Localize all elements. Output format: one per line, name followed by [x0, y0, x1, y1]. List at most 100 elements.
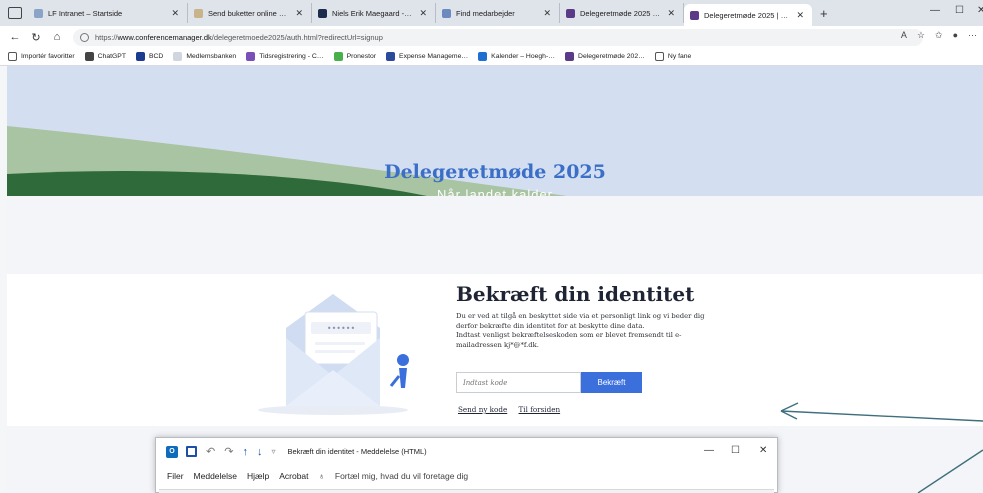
bookmarks-bar: Importér favoritter ChatGPT BCD Medlemsb…	[0, 48, 983, 66]
tab-find-medarbejder[interactable]: Find medarbejder ✕	[436, 3, 560, 23]
site-info-icon[interactable]	[80, 32, 89, 42]
bookmark-label: Medlemsbanken	[186, 53, 237, 60]
bookmark-tidsregistrering[interactable]: Tidsregistrering - C…	[246, 52, 324, 61]
home-link[interactable]: Til forsiden	[519, 405, 561, 414]
tab-delegeretmode-auth[interactable]: Delegeretmøde 2025 | auth ✕	[684, 4, 812, 26]
menu-hjaelp[interactable]: Hjælp	[247, 471, 269, 481]
browser-tab-bar: LF Intranet – Startside ✕ Send buketter …	[0, 0, 983, 26]
description-line: derfor bekræfte din identitet for at bes…	[456, 321, 645, 330]
close-tab-icon[interactable]: ✕	[419, 8, 427, 19]
tab-delegeretmode-arrangement[interactable]: Delegeretmøde 2025 | Arrangem… ✕	[560, 3, 684, 23]
refresh-icon[interactable]: ↻	[30, 31, 42, 44]
description-line: mailadressen kj*@*f.dk.	[456, 340, 539, 349]
close-tab-icon[interactable]: ✕	[295, 8, 303, 19]
back-icon[interactable]: ←	[9, 31, 21, 43]
auth-links: Send ny kode Til forsiden	[458, 405, 569, 414]
message-minimize-icon[interactable]: —	[704, 445, 714, 456]
favicon	[194, 8, 203, 18]
home-icon[interactable]: ⌂	[51, 31, 63, 43]
bookmark-pronestor[interactable]: Pronestor	[333, 52, 377, 61]
message-close-icon[interactable]: ✕	[759, 445, 767, 456]
toolbar-right: A ☆ ✩ ● ···	[901, 30, 977, 41]
resend-code-link[interactable]: Send ny kode	[458, 405, 507, 414]
tab-medlemssite[interactable]: Niels Erik Maegaard - Medlemssi… ✕	[312, 3, 436, 23]
bookmark-delegeretmode[interactable]: Delegeretmøde 202…	[565, 52, 645, 61]
browser-toolbar: ← ↻ ⌂ https://www.conferencemanager.dk/d…	[0, 26, 983, 48]
new-tab-button[interactable]: +	[820, 6, 828, 21]
customize-toolbar-icon[interactable]: ▿	[271, 447, 275, 456]
profile-icon[interactable]: ●	[953, 30, 958, 41]
more-icon[interactable]: ···	[968, 30, 977, 41]
bookmark-label: BCD	[148, 53, 164, 60]
description-line: Du er ved at tilgå en beskyttet side via…	[456, 312, 705, 320]
tab-title: Delegeretmøde 2025 | Arrangem…	[580, 8, 662, 18]
menu-meddelelse[interactable]: Meddelelse	[194, 471, 237, 481]
close-tab-icon[interactable]: ✕	[543, 8, 551, 19]
bookmark-import[interactable]: Importér favoritter	[8, 52, 75, 61]
favicon	[318, 8, 327, 18]
message-body-edge	[159, 489, 774, 493]
read-aloud-icon[interactable]: A	[901, 30, 907, 41]
down-arrow-icon[interactable]: ↓	[257, 446, 263, 458]
bookmark-label: Tidsregistrering - C…	[259, 53, 324, 60]
tab-lf-intranet[interactable]: LF Intranet – Startside ✕	[28, 3, 188, 23]
bookmark-expense[interactable]: Expense Manageme…	[386, 52, 468, 61]
favicon	[34, 8, 43, 18]
auth-card: •••••• Bekræft din identitet Du er ved a…	[7, 274, 983, 426]
bookmark-icon	[246, 52, 256, 61]
bookmark-label: Pronestor	[346, 53, 377, 60]
favorites-icon[interactable]: ✩	[935, 30, 943, 41]
close-tab-icon[interactable]: ✕	[667, 8, 675, 19]
tab-title: Niels Erik Maegaard - Medlemssi…	[332, 8, 413, 18]
favorite-star-icon[interactable]: ☆	[917, 30, 925, 41]
bookmark-ny-fane[interactable]: Ny fane	[654, 52, 692, 61]
message-maximize-icon[interactable]: ☐	[731, 445, 740, 456]
bookmark-icon	[333, 52, 343, 61]
save-icon[interactable]	[186, 446, 197, 457]
bookmark-medlemsbanken[interactable]: Medlemsbanken	[173, 52, 236, 61]
favicon	[566, 8, 575, 18]
message-title-bar: O ↶ ↷ ↑ ↓ ▿ Bekræft din identitet - Medd…	[156, 438, 777, 465]
redo-icon[interactable]: ↷	[224, 445, 233, 458]
bookmark-label: Ny fane	[667, 53, 692, 60]
tab-icon	[654, 52, 664, 61]
undo-icon[interactable]: ↶	[206, 445, 215, 458]
bookmark-label: Kalender – Hoegh-…	[491, 53, 556, 60]
outlook-message-window: O ↶ ↷ ↑ ↓ ▿ Bekræft din identitet - Medd…	[155, 437, 778, 493]
auth-description: Du er ved at tilgå en beskyttet side via…	[456, 312, 746, 350]
close-window-icon[interactable]: ✕	[977, 5, 983, 16]
maximize-icon[interactable]: ☐	[955, 5, 964, 16]
up-arrow-icon[interactable]: ↑	[242, 446, 248, 458]
bookmark-label: Delegeretmøde 202…	[578, 53, 645, 60]
message-ribbon-menu: Filer Meddelelse Hjælp Acrobat ♁ Fortæl …	[156, 465, 777, 487]
bookmark-icon	[386, 52, 396, 61]
bookmark-label: Importér favoritter	[21, 53, 75, 60]
menu-filer[interactable]: Filer	[167, 471, 184, 481]
close-tab-icon[interactable]: ✕	[796, 10, 804, 21]
web-page: Delegeretmøde 2025 Når landet kalder •••…	[7, 66, 983, 493]
hero-subtitle: Når landet kalder	[437, 187, 553, 196]
lightbulb-icon: ♁	[318, 471, 325, 481]
bookmark-chatgpt[interactable]: ChatGPT	[84, 52, 126, 61]
url-path: /delegeretmoede2025/auth.html?redirectUr…	[211, 32, 383, 42]
code-input[interactable]	[456, 372, 581, 393]
confirm-button[interactable]: Bekræft	[581, 372, 642, 393]
tab-send-buketter[interactable]: Send buketter online » Bestil en e… ✕	[188, 3, 312, 23]
url-host: www.conferencemanager.dk	[117, 32, 212, 42]
envelope-code-dots: ••••••	[327, 324, 355, 333]
favicon	[690, 10, 699, 20]
menu-acrobat[interactable]: Acrobat	[279, 471, 308, 481]
auth-heading: Bekræft din identitet	[456, 282, 695, 306]
tab-title: Send buketter online » Bestil en e…	[208, 8, 289, 18]
address-bar[interactable]: https://www.conferencemanager.dk/deleger…	[73, 28, 923, 46]
tab-title: LF Intranet – Startside	[48, 8, 123, 18]
close-tab-icon[interactable]: ✕	[171, 8, 179, 19]
bookmark-kalender[interactable]: Kalender – Hoegh-…	[478, 52, 555, 61]
minimize-icon[interactable]: —	[930, 5, 940, 16]
bookmark-icon	[478, 52, 488, 61]
bookmark-bcd[interactable]: BCD	[135, 52, 164, 61]
message-window-title: Bekræft din identitet - Meddelelse (HTML…	[287, 447, 427, 456]
tell-me-search[interactable]: Fortæl mig, hvad du vil foretage dig	[335, 471, 468, 481]
description-line: Indtast venligst bekræftelseskoden som e…	[456, 331, 682, 339]
tab-actions-icon[interactable]	[8, 7, 22, 19]
